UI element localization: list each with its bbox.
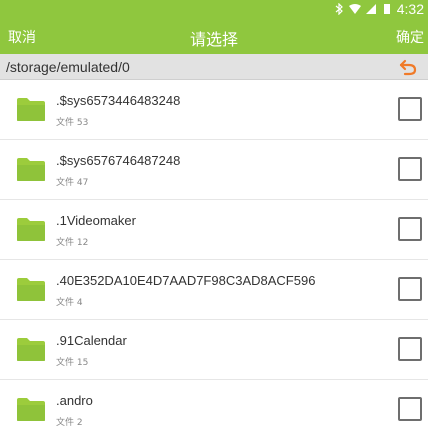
- file-name: .$sys6576746487248: [56, 153, 181, 168]
- wifi-icon: [348, 4, 361, 14]
- file-count: 文件 53: [56, 118, 89, 128]
- status-icons: 4:32: [333, 0, 424, 18]
- current-path: /storage/emulated/0: [6, 59, 130, 75]
- file-count: 文件 47: [56, 178, 89, 188]
- file-name: .andro: [56, 393, 93, 408]
- confirm-button[interactable]: 确定: [396, 27, 424, 47]
- file-list: .$sys6573446483248 文件 53 .$sys6576746487…: [0, 80, 428, 437]
- page-title: 请选择: [189, 30, 238, 49]
- signal-icon: [365, 4, 376, 14]
- list-item[interactable]: .andro 文件 2: [0, 380, 428, 437]
- file-name: .91Calendar: [56, 333, 127, 348]
- battery-icon: [383, 4, 390, 14]
- select-checkbox[interactable]: [398, 397, 422, 421]
- title-bar: 取消 请选择 确定: [0, 18, 428, 54]
- folder-icon: [17, 398, 45, 421]
- select-checkbox[interactable]: [398, 277, 422, 301]
- status-bar: 4:32: [0, 0, 428, 18]
- folder-icon: [17, 218, 45, 241]
- select-checkbox[interactable]: [398, 97, 422, 121]
- select-checkbox[interactable]: [398, 217, 422, 241]
- list-item[interactable]: .40E352DA10E4D7AAD7F98C3AD8ACF596 文件 4: [0, 260, 428, 320]
- path-bar: /storage/emulated/0: [0, 54, 428, 80]
- file-name: .$sys6573446483248: [56, 93, 181, 108]
- file-count: 文件 4: [56, 298, 83, 308]
- file-name: .40E352DA10E4D7AAD7F98C3AD8ACF596: [56, 273, 316, 288]
- folder-icon: [17, 158, 45, 181]
- list-item[interactable]: .$sys6573446483248 文件 53: [0, 80, 428, 140]
- list-item[interactable]: .91Calendar 文件 15: [0, 320, 428, 380]
- file-name: .1Videomaker: [56, 213, 136, 228]
- folder-icon: [17, 338, 45, 361]
- back-arrow-icon[interactable]: [398, 57, 418, 77]
- file-count: 文件 15: [56, 358, 89, 368]
- folder-icon: [17, 278, 45, 301]
- select-checkbox[interactable]: [398, 337, 422, 361]
- bluetooth-icon: [335, 3, 343, 15]
- list-item[interactable]: .1Videomaker 文件 12: [0, 200, 428, 260]
- file-count: 文件 2: [56, 418, 83, 428]
- folder-icon: [17, 98, 45, 121]
- status-time: 4:32: [396, 1, 424, 17]
- list-item[interactable]: .$sys6576746487248 文件 47: [0, 140, 428, 200]
- select-checkbox[interactable]: [398, 157, 422, 181]
- file-count: 文件 12: [56, 238, 89, 248]
